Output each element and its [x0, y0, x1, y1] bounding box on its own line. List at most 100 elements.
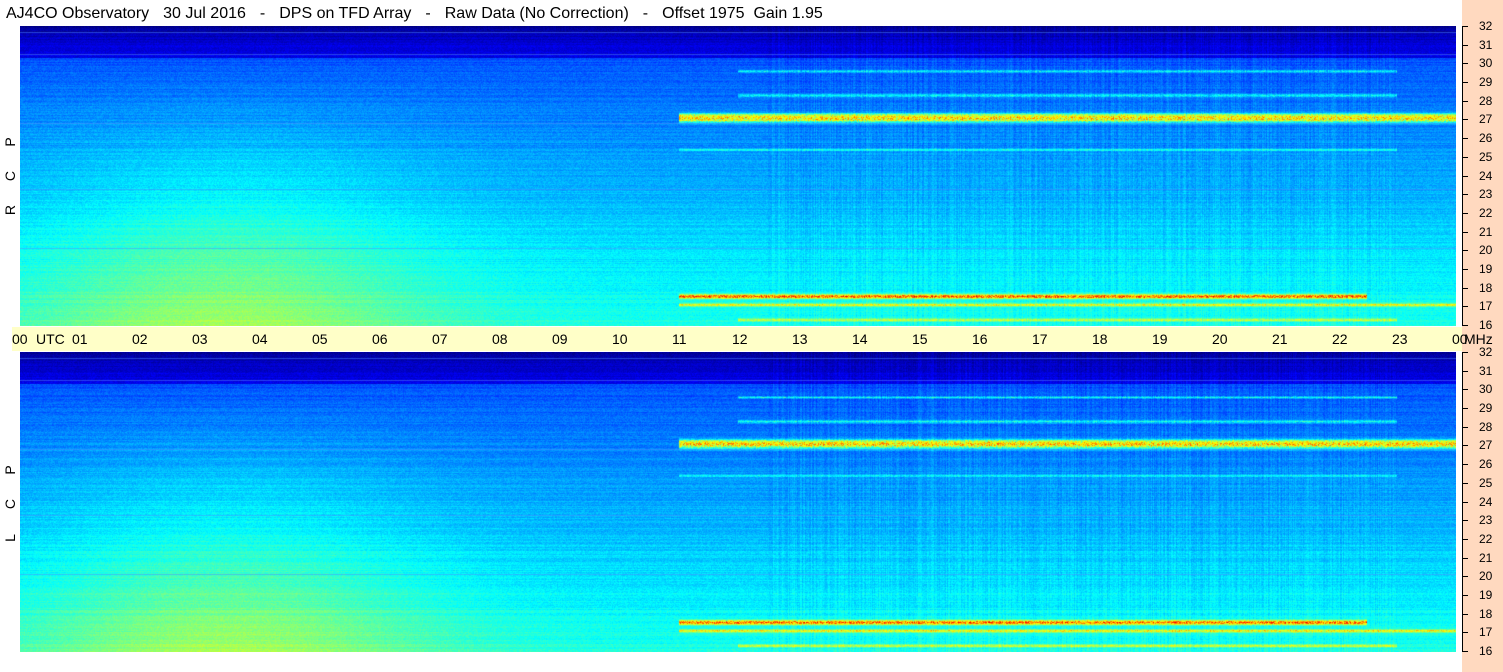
time-tick-label: 22 — [1332, 331, 1348, 347]
rcp-letter-1: R — [2, 204, 18, 216]
lcp-freq-tick — [1462, 483, 1468, 484]
rcp-freq-label: 26 — [1479, 131, 1493, 145]
time-tick-label: 18 — [1092, 331, 1108, 347]
rcp-freq-tick — [1462, 45, 1468, 46]
time-tick-label: 04 — [252, 331, 268, 347]
lcp-freq-tick — [1462, 389, 1468, 390]
rcp-label-strip: R C P — [0, 26, 20, 326]
rcp-letter-3: P — [2, 137, 18, 147]
rcp-spectrogram — [20, 26, 1456, 326]
time-tick-label: 00 — [12, 331, 28, 347]
title-station: AJ4CO Observatory — [6, 5, 150, 22]
rcp-freq-tick — [1462, 194, 1468, 195]
lcp-freq-tick — [1462, 558, 1468, 559]
lcp-freq-label: 24 — [1479, 495, 1493, 509]
time-tick-label: 19 — [1152, 331, 1168, 347]
lcp-freq-label: 16 — [1479, 644, 1493, 658]
rcp-freq-tick — [1462, 176, 1468, 177]
time-tick-label: 15 — [912, 331, 928, 347]
time-tick-label: 09 — [552, 331, 568, 347]
rcp-freq-label: 23 — [1479, 187, 1493, 201]
lcp-freq-label: 27 — [1479, 438, 1493, 452]
rcp-freq-label: 29 — [1479, 75, 1493, 89]
time-tick-label: 08 — [492, 331, 508, 347]
lcp-freq-tick — [1462, 371, 1468, 372]
lcp-freq-label: 32 — [1479, 345, 1493, 359]
title-offset-gain: Offset 1975 Gain 1.95 — [662, 5, 823, 22]
lcp-freq-label: 25 — [1479, 476, 1493, 490]
lcp-freq-tick — [1462, 595, 1468, 596]
time-tick-label: 02 — [132, 331, 148, 347]
lcp-freq-tick — [1462, 576, 1468, 577]
lcp-freq-label: 26 — [1479, 457, 1493, 471]
lcp-spectrogram — [20, 352, 1456, 652]
rcp-freq-tick — [1462, 119, 1468, 120]
time-tick-label: 01 — [72, 331, 88, 347]
rcp-freq-tick — [1462, 288, 1468, 289]
time-tick-label: 11 — [672, 331, 687, 347]
time-tick-label: 10 — [612, 331, 628, 347]
time-tick-label: 13 — [792, 331, 808, 347]
lcp-freq-label: 28 — [1479, 420, 1493, 434]
lcp-letter-3: P — [2, 465, 18, 475]
rcp-freq-label: 16 — [1479, 318, 1493, 332]
time-tick-label: 03 — [192, 331, 208, 347]
lcp-freq-label: 23 — [1479, 513, 1493, 527]
rcp-freq-label: 18 — [1479, 281, 1493, 295]
lcp-freq-label: 29 — [1479, 401, 1493, 415]
lcp-freq-label: 20 — [1479, 569, 1493, 583]
rcp-letter-2: C — [2, 170, 18, 182]
rcp-freq-label: 30 — [1479, 56, 1493, 70]
time-tick-label: 12 — [732, 331, 748, 347]
lcp-spectrogram-canvas — [20, 352, 1456, 652]
chart-title: AJ4CO Observatory 30 Jul 2016- DPS on TFD … — [6, 5, 823, 22]
lcp-freq-label: 30 — [1479, 382, 1493, 396]
rcp-freq-label: 31 — [1479, 38, 1493, 52]
lcp-freq-tick — [1462, 632, 1468, 633]
rcp-freq-tick — [1462, 232, 1468, 233]
time-tick-label: 05 — [312, 331, 328, 347]
time-tick-label: 06 — [372, 331, 388, 347]
rcp-freq-label: 22 — [1479, 206, 1493, 220]
rcp-freq-tick — [1462, 63, 1468, 64]
lcp-freq-label: 19 — [1479, 588, 1493, 602]
rcp-freq-label: 28 — [1479, 94, 1493, 108]
mhz-unit-label: MHz — [1464, 331, 1493, 347]
time-tick-label: 07 — [432, 331, 448, 347]
rcp-freq-tick — [1462, 250, 1468, 251]
lcp-freq-tick — [1462, 502, 1468, 503]
rcp-freq-tick — [1462, 138, 1468, 139]
lcp-freq-tick — [1462, 445, 1468, 446]
rcp-freq-tick — [1462, 26, 1468, 27]
rcp-freq-tick — [1462, 82, 1468, 83]
lcp-freq-tick — [1462, 651, 1468, 652]
lcp-freq-label: 18 — [1479, 607, 1493, 621]
lcp-freq-label: 17 — [1479, 625, 1493, 639]
title-mode: Raw Data (No Correction) — [444, 5, 629, 22]
rcp-freq-label: 25 — [1479, 150, 1493, 164]
rcp-frequency-axis: 32 31 30 29 28 27 26 25 24 23 22 21 20 19 18 17 16 — [1456, 20, 1503, 331]
title-date: 30 Jul 2016 — [163, 5, 246, 22]
lcp-letter-2: C — [2, 498, 18, 510]
lcp-freq-tick — [1462, 539, 1468, 540]
lcp-freq-label: 21 — [1479, 551, 1493, 565]
lcp-frequency-axis: 32 31 30 29 28 27 26 25 24 23 22 21 20 19 18 17 16 — [1456, 346, 1503, 657]
rcp-freq-label: 27 — [1479, 112, 1493, 126]
rcp-freq-tick — [1462, 325, 1468, 326]
lcp-freq-label: 31 — [1479, 364, 1493, 378]
rcp-freq-label: 19 — [1479, 262, 1493, 276]
lcp-freq-tick — [1462, 427, 1468, 428]
lcp-freq-tick — [1462, 520, 1468, 521]
rcp-freq-label: 24 — [1479, 169, 1493, 183]
lcp-freq-tick — [1462, 614, 1468, 615]
lcp-freq-tick — [1462, 464, 1468, 465]
time-tick-label: 23 — [1392, 331, 1408, 347]
rcp-freq-label: 20 — [1479, 243, 1493, 257]
rcp-freq-tick — [1462, 157, 1468, 158]
lcp-freq-label: 22 — [1479, 532, 1493, 546]
rcp-freq-tick — [1462, 213, 1468, 214]
title-instrument: DPS on TFD Array — [279, 5, 412, 22]
time-tick-label: 20 — [1212, 331, 1228, 347]
rcp-freq-label: 21 — [1479, 225, 1493, 239]
lcp-freq-tick — [1462, 408, 1468, 409]
